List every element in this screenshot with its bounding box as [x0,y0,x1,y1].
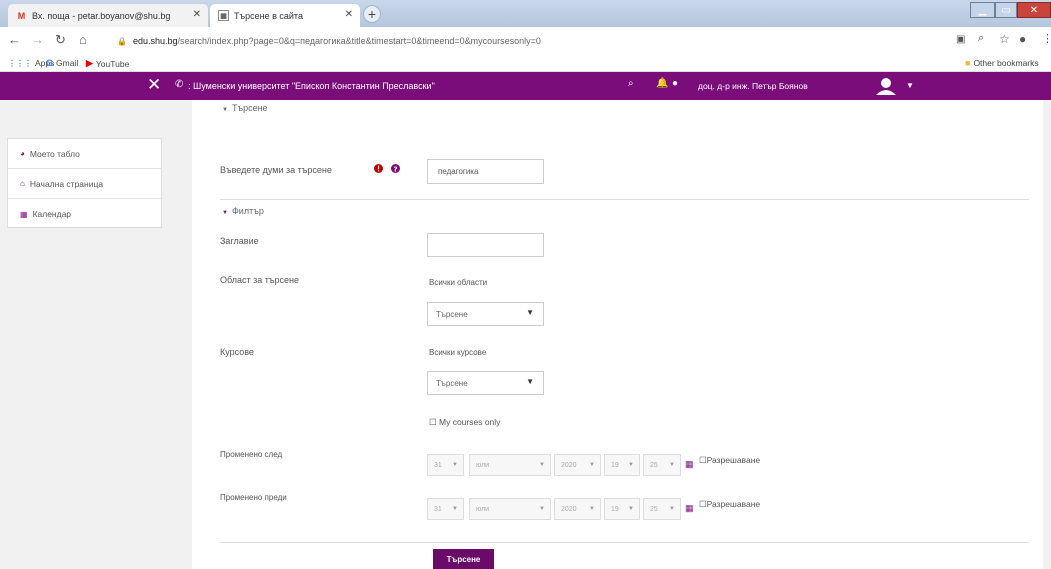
before-hour-select[interactable]: 19 ▼ [604,498,640,520]
after-minute-select[interactable]: 25 ▼ [643,454,681,476]
divider [220,542,1029,543]
url-field[interactable]: 🔒 edu.shu.bg /search/index.php?page=0&q=… [117,31,917,51]
lock-icon: 🔒 [117,36,127,46]
courses-label: Курсове [220,347,254,357]
youtube-icon: ▶ [86,58,93,68]
before-label: Променено преди [220,493,287,502]
checkbox-icon: ☐ [699,499,707,509]
calendar-icon: ▦ [20,209,28,219]
dropdown-arrow-icon: ▼ [526,377,534,386]
messages-icon[interactable]: ● [672,78,678,89]
svg-text:?: ? [393,165,397,173]
url-path: /search/index.php?page=0&q=педагогика&ti… [177,36,541,46]
close-drawer-icon[interactable]: ✕ [147,75,161,95]
after-year-select[interactable]: 2020 ▼ [554,454,601,476]
after-day-select[interactable]: 31 ▼ [427,454,464,476]
before-minute-select[interactable]: 25 ▼ [643,498,681,520]
before-year-select[interactable]: 2020 ▼ [554,498,601,520]
after-hour-select[interactable]: 19 ▼ [604,454,640,476]
star-icon[interactable]: ☆ [999,32,1010,46]
tab-title: Вх. поща - petar.boyanov@shu.bg [32,10,171,21]
title-input[interactable] [427,233,544,257]
search-section-toggle[interactable]: ▼ Търсене [222,103,268,113]
area-value-text: Всички области [429,278,488,287]
chevron-down-icon[interactable]: ▼ [906,81,914,90]
tab-search[interactable]: ▦ Търсене в сайта ✕ [210,4,360,27]
home-icon[interactable]: ⌂ [79,32,87,47]
caret-down-icon: ▼ [222,107,228,113]
window-close-button[interactable]: ✕ [1017,2,1051,18]
close-tab-icon[interactable]: ✕ [193,9,201,20]
avatar[interactable] [875,77,897,95]
calendar-icon[interactable]: ▦ [685,503,694,514]
browser-title-bar: M Вх. поща - petar.boyanov@shu.bg ✕ ▦ Тъ… [0,0,1051,27]
site-name[interactable]: : Шуменски университет "Епископ Констант… [188,81,435,91]
dashboard-icon: ◕ [20,149,25,158]
bookmark-youtube[interactable]: ▶ YouTube [86,58,129,69]
sidebar-item-home[interactable]: ⌂ Начална страница [8,169,161,199]
before-month-select[interactable]: юли ▼ [469,498,551,520]
folder-icon: ■ [965,58,971,68]
phone-icon: ✆ [175,79,184,90]
maximize-button[interactable]: ▭ [995,2,1017,18]
bookmarks-bar: ⋮⋮⋮ Apps G Gmail ▶ YouTube ■ Other bookm… [0,55,1051,72]
url-domain: edu.shu.bg [132,36,178,46]
query-label: Въведете думи за търсене [220,165,332,175]
bookmark-gmail[interactable]: G Gmail [46,58,78,68]
site-header: ✕ ✆ : Шуменски университет "Епископ Конс… [0,72,1051,100]
courses-value-text: Всички курсове [429,348,487,357]
search-icon[interactable]: ⌕ [628,78,634,89]
profile-icon[interactable]: ● [1019,32,1026,46]
required-icon [374,164,383,173]
help-icon[interactable]: ? [391,164,400,173]
home-icon: ⌂ [20,179,25,188]
caret-down-icon: ▼ [222,210,228,216]
query-input[interactable]: педагогика [427,159,544,184]
back-icon[interactable]: ← [8,32,21,47]
sidebar-item-calendar[interactable]: ▦ Календар [8,199,161,229]
before-enable-checkbox[interactable]: ☐Разрешаване [699,499,760,510]
user-name[interactable]: доц. д-р инж. Петър Боянов [698,81,808,91]
filter-section-toggle[interactable]: ▼ Филтър [222,206,264,216]
moodle-icon: ▦ [218,10,229,21]
area-label: Област за търсене [220,275,299,285]
area-select[interactable]: Търсене ▼ [427,302,544,326]
divider [220,199,1029,200]
calendar-icon[interactable]: ▦ [685,459,694,470]
after-month-select[interactable]: юли ▼ [469,454,551,476]
forward-icon[interactable]: → [31,32,44,47]
tab-gmail[interactable]: M Вх. поща - petar.boyanov@shu.bg ✕ [8,4,208,27]
other-bookmarks[interactable]: ■ Other bookmarks [965,58,1039,68]
close-tab-icon[interactable]: ✕ [345,9,353,20]
notifications-icon[interactable]: 🔔 [656,78,668,89]
after-label: Променено след [220,450,283,459]
before-day-select[interactable]: 31 ▼ [427,498,464,520]
menu-icon[interactable]: ⋮ [1042,32,1051,45]
nav-drawer: ◕ Моето табло ⌂ Начална страница ▦ Кален… [7,138,162,228]
checkbox-icon: ☐ [429,417,437,427]
google-icon: G [46,58,54,68]
reload-icon[interactable]: ↻ [55,32,66,48]
title-label: Заглавие [220,236,259,246]
courses-select[interactable]: Търсене ▼ [427,371,544,395]
after-enable-checkbox[interactable]: ☐Разрешаване [699,455,760,466]
minimize-button[interactable]: ▁ [970,2,995,18]
zoom-icon[interactable]: ⌕ [978,32,984,45]
apps-icon: ⋮⋮⋮ [8,58,32,68]
sidebar-item-dashboard[interactable]: ◕ Моето табло [8,139,161,169]
translate-icon[interactable]: ▣ [956,34,965,45]
address-bar-row: ← → ↻ ⌂ 🔒 edu.shu.bg /search/index.php?p… [0,27,1051,55]
gmail-icon: M [17,10,26,21]
new-tab-button[interactable]: + [363,5,381,23]
checkbox-icon: ☐ [699,455,707,465]
tab-title: Търсене в сайта [234,10,303,21]
mycourses-checkbox[interactable]: ☐ My courses only [429,417,500,428]
dropdown-arrow-icon: ▼ [526,308,534,317]
search-submit-button[interactable]: Търсене [433,549,494,569]
